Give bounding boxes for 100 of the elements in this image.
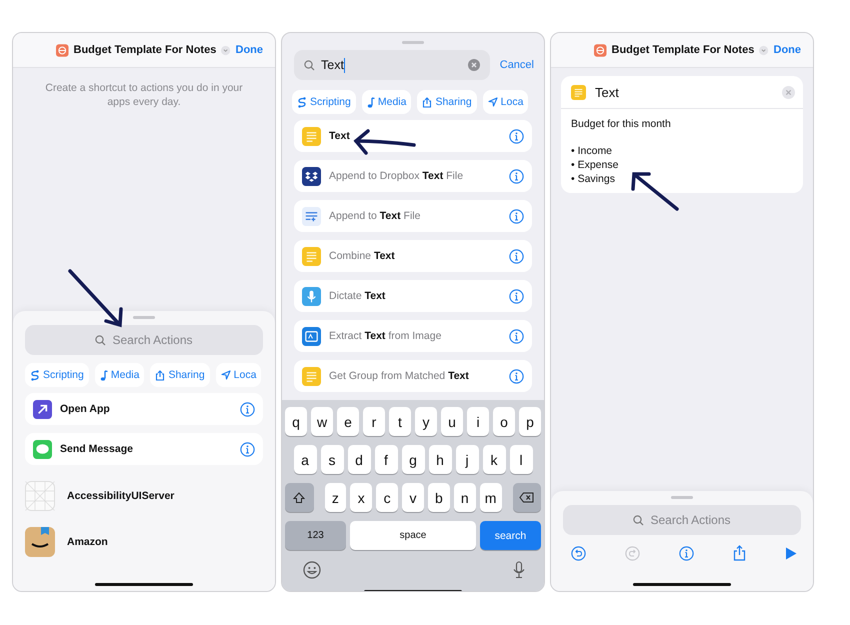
letter-key[interactable]: q	[285, 407, 307, 436]
annotation-arrow	[68, 269, 123, 328]
app-row[interactable]: Amazon	[25, 519, 263, 565]
location-arrow-icon	[220, 370, 231, 380]
delete-icon	[519, 492, 534, 503]
info-icon[interactable]	[679, 546, 694, 560]
bullet-item: • Savings	[571, 172, 616, 186]
letter-key[interactable]: g	[402, 445, 424, 474]
app-row[interactable]: AccessibilityUIServer	[25, 473, 263, 519]
action-row[interactable]: Open App	[25, 393, 263, 425]
letter-key[interactable]: d	[348, 445, 370, 474]
action-title: Text	[595, 84, 619, 100]
info-icon[interactable]	[240, 442, 255, 456]
info-icon[interactable]	[509, 288, 524, 304]
category-chip[interactable]: Loca	[482, 90, 528, 114]
category-chip[interactable]: Media	[94, 363, 144, 387]
search-key[interactable]: search	[480, 521, 541, 550]
category-chip[interactable]: Scripting	[25, 363, 89, 387]
share-icon[interactable]	[733, 545, 746, 561]
remove-icon[interactable]	[782, 86, 795, 98]
result-row[interactable]: Append to Dropbox Text File	[294, 160, 532, 192]
category-chip[interactable]: Sharing	[150, 363, 210, 387]
letter-key[interactable]: a	[294, 445, 316, 474]
letter-key[interactable]: e	[337, 407, 359, 436]
letter-key[interactable]: h	[428, 445, 452, 474]
text-lines-icon	[302, 246, 321, 266]
shortcut-title[interactable]: Budget Template For Notes	[74, 44, 216, 56]
music-note-icon	[366, 96, 375, 108]
letter-key[interactable]: u	[441, 407, 463, 436]
category-chip[interactable]: Loca	[216, 363, 262, 387]
category-chip[interactable]: Scripting	[292, 90, 356, 114]
scripting-icon	[297, 96, 307, 108]
microphone-icon	[302, 286, 321, 306]
chevron-down-icon[interactable]	[221, 44, 230, 56]
letter-key[interactable]: s	[320, 445, 344, 474]
chevron-down-icon[interactable]	[759, 44, 768, 56]
category-chip[interactable]: Sharing	[417, 90, 477, 114]
image-text-icon	[302, 326, 321, 346]
bullet-item: • Income	[571, 144, 614, 158]
share-icon	[155, 370, 166, 380]
done-button[interactable]: Done	[236, 44, 263, 56]
letter-key[interactable]: m	[480, 483, 502, 512]
search-icon	[304, 60, 315, 70]
letter-key[interactable]: b	[428, 483, 450, 512]
letter-key[interactable]: v	[402, 483, 424, 512]
action-row[interactable]: Send Message	[25, 433, 263, 465]
emoji-icon[interactable]	[303, 561, 321, 579]
result-row[interactable]: Get Group from Matched Text	[294, 360, 532, 392]
category-chip[interactable]: Media	[362, 90, 412, 114]
letter-key[interactable]: r	[363, 407, 385, 436]
scripting-icon	[30, 370, 40, 380]
letter-key[interactable]: c	[376, 483, 398, 512]
text-cursor	[344, 58, 346, 72]
message-bubble-icon	[33, 440, 52, 458]
letter-key[interactable]: z	[324, 483, 346, 512]
search-field[interactable]: Text	[294, 50, 490, 80]
info-icon[interactable]	[509, 208, 524, 224]
letter-key[interactable]: p	[519, 407, 541, 436]
undo-icon[interactable]	[571, 546, 586, 560]
shift-key[interactable]	[285, 483, 314, 512]
cancel-button[interactable]: Cancel	[500, 59, 534, 71]
letter-key[interactable]: t	[389, 407, 411, 436]
letter-key[interactable]: l	[510, 445, 532, 474]
bullet-item: • Expense	[571, 158, 620, 172]
info-icon[interactable]	[509, 328, 524, 344]
result-row[interactable]: Append to Text File	[294, 200, 532, 232]
numbers-key[interactable]: 123	[285, 521, 346, 550]
clear-icon[interactable]	[468, 59, 480, 71]
info-icon[interactable]	[509, 248, 524, 264]
info-icon[interactable]	[240, 402, 255, 416]
search-icon	[633, 514, 644, 526]
result-row[interactable]: Combine Text	[294, 240, 532, 272]
text-lines-icon	[302, 366, 321, 386]
letter-key[interactable]: w	[311, 407, 333, 436]
done-button[interactable]: Done	[774, 44, 801, 56]
letter-key[interactable]: o	[493, 407, 515, 436]
smile-box-icon	[25, 527, 55, 557]
app-icon	[594, 42, 607, 58]
shortcut-title[interactable]: Budget Template For Notes	[612, 44, 754, 56]
delete-key[interactable]	[512, 483, 542, 512]
result-row[interactable]: Dictate Text	[294, 280, 532, 312]
boxes-icon	[302, 166, 321, 186]
annotation-arrow	[631, 172, 679, 211]
info-icon[interactable]	[509, 368, 524, 384]
microphone-icon[interactable]	[513, 561, 525, 579]
letter-key[interactable]: y	[415, 407, 437, 436]
location-arrow-icon	[488, 97, 498, 107]
letter-key[interactable]: i	[467, 407, 489, 436]
result-row[interactable]: Text	[294, 120, 532, 152]
letter-key[interactable]: n	[454, 483, 476, 512]
letter-key[interactable]: k	[482, 445, 506, 474]
letter-key[interactable]: f	[374, 445, 398, 474]
result-row[interactable]: Extract Text from Image	[294, 320, 532, 352]
play-icon[interactable]	[785, 546, 797, 560]
space-key[interactable]: space	[350, 521, 476, 550]
grid-app-icon	[25, 481, 55, 511]
letter-key[interactable]: x	[350, 483, 372, 512]
info-icon[interactable]	[509, 128, 524, 144]
letter-key[interactable]: j	[456, 445, 478, 474]
info-icon[interactable]	[509, 168, 524, 184]
